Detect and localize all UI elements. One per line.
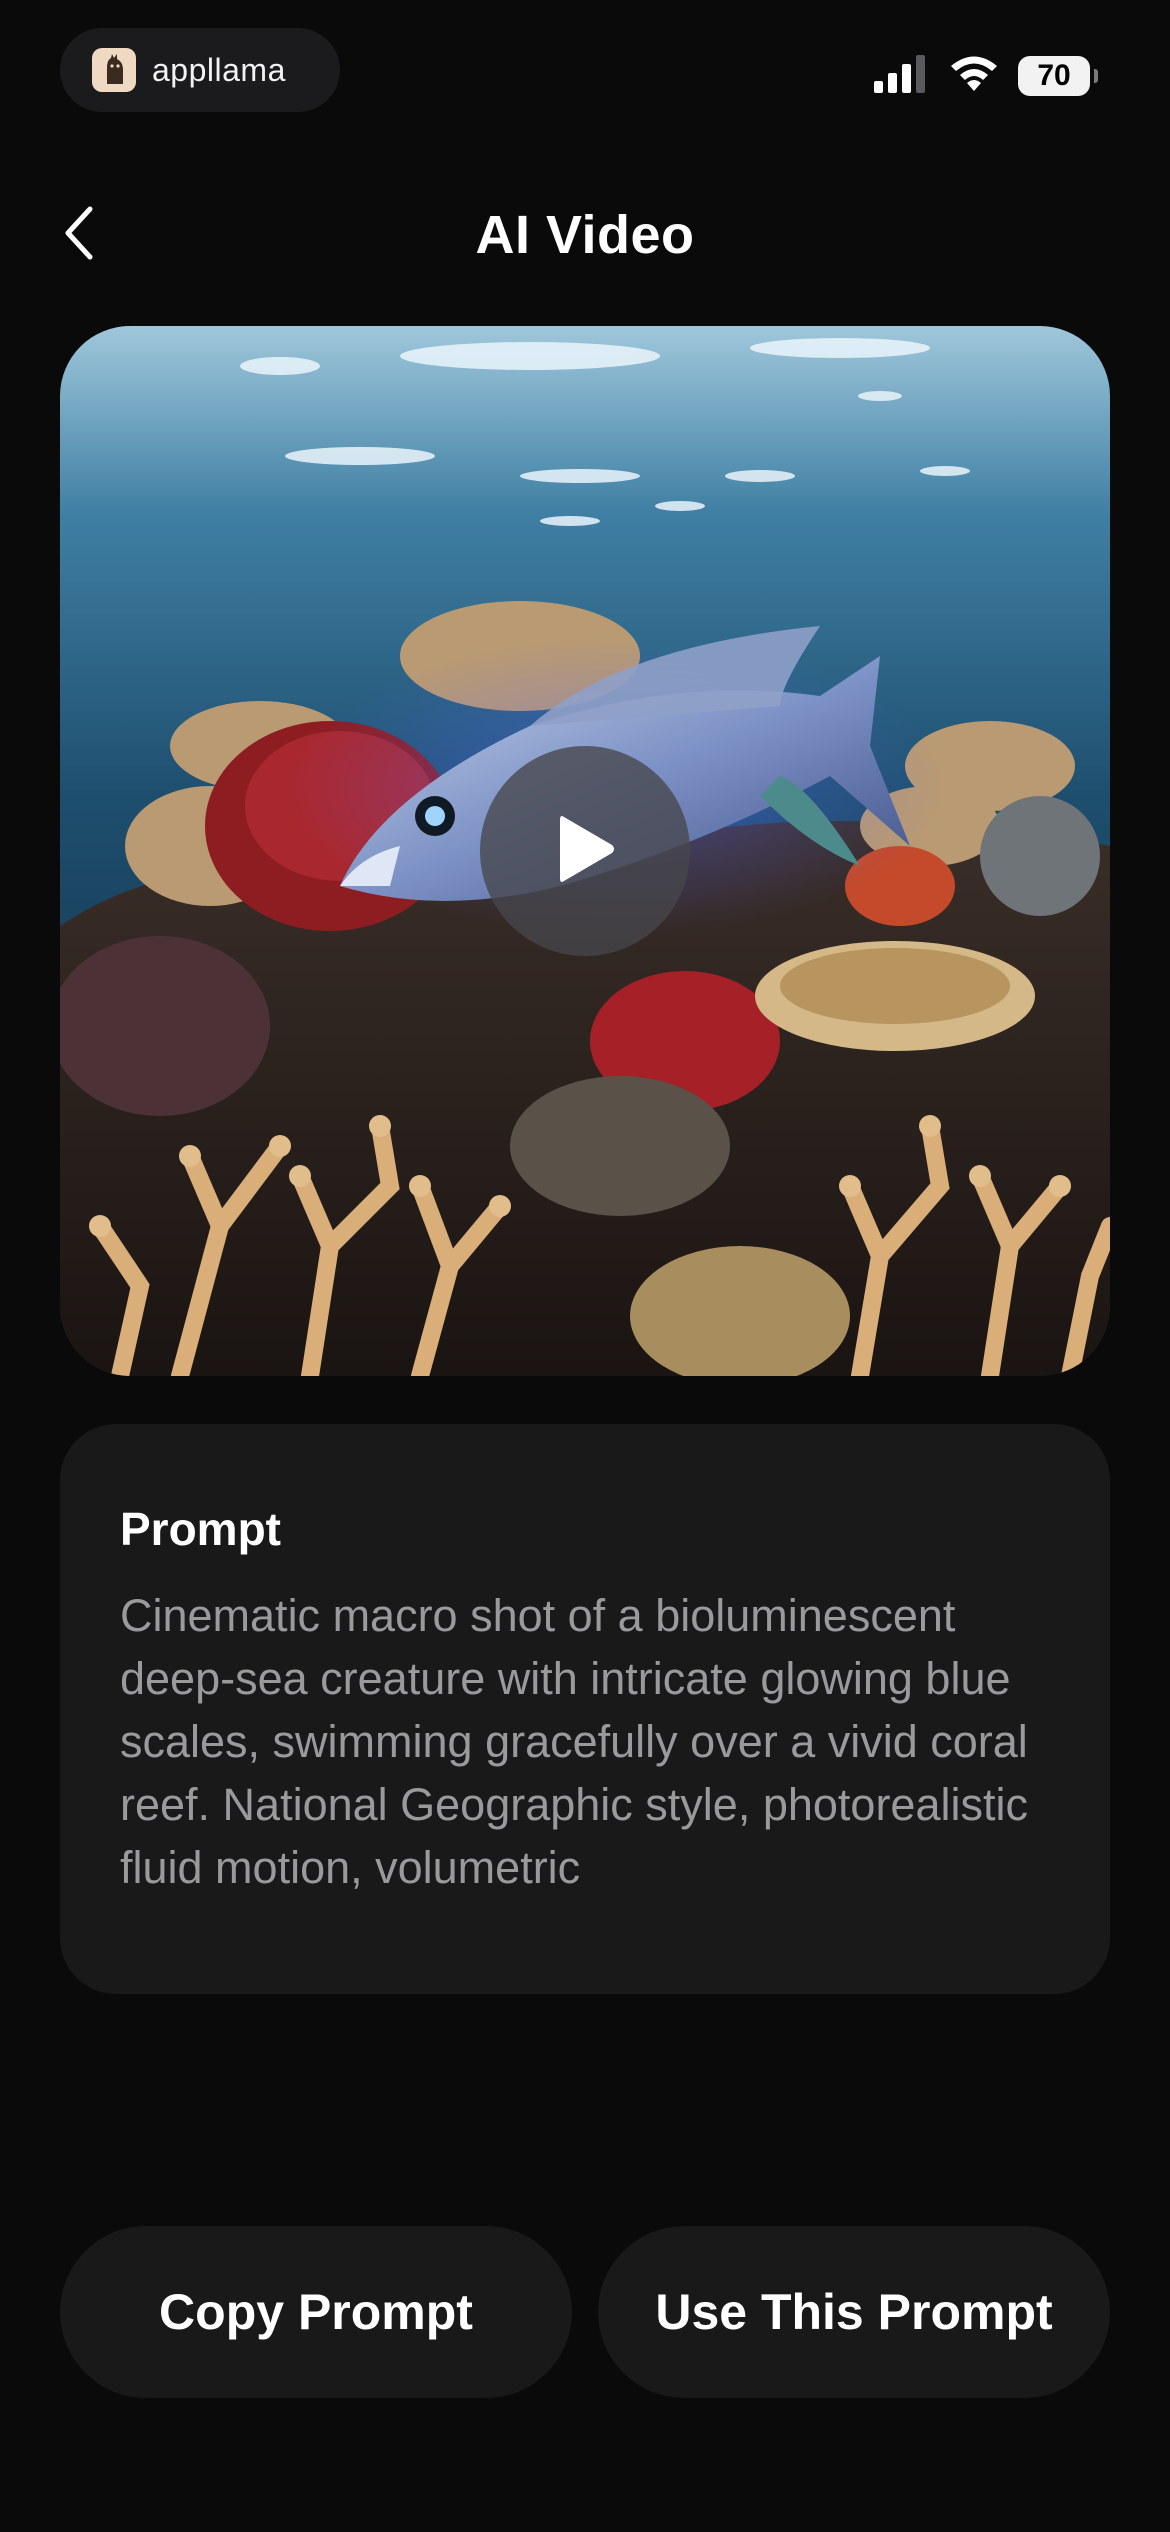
app-badge: appllama	[60, 28, 340, 112]
prompt-label: Prompt	[120, 1503, 281, 1555]
battery-level: 70	[1037, 59, 1071, 92]
back-button[interactable]	[62, 200, 122, 270]
play-icon	[550, 809, 620, 894]
page-title: AI Video	[475, 205, 695, 265]
app-brand-name: appllama	[152, 51, 286, 88]
video-thumbnail[interactable]	[60, 326, 1110, 1376]
copy-prompt-button[interactable]: Copy Prompt	[60, 2226, 572, 2398]
llama-logo-icon	[92, 48, 136, 92]
chevron-left-icon	[62, 205, 96, 266]
prompt-card: Prompt Cinematic macro shot of a biolumi…	[60, 1424, 1110, 1994]
prompt-text: Cinematic macro shot of a bioluminescent…	[120, 1590, 1028, 1893]
wifi-icon	[948, 55, 1000, 98]
signal-icon	[874, 54, 930, 98]
system-status: 70	[874, 52, 1098, 100]
play-button[interactable]	[480, 746, 690, 956]
use-this-prompt-button[interactable]: Use This Prompt	[598, 2226, 1110, 2398]
ai-video-screen: appllama 70 AI Video Prompt Cinematic ma…	[0, 0, 1170, 2532]
battery-icon: 70	[1018, 56, 1098, 96]
